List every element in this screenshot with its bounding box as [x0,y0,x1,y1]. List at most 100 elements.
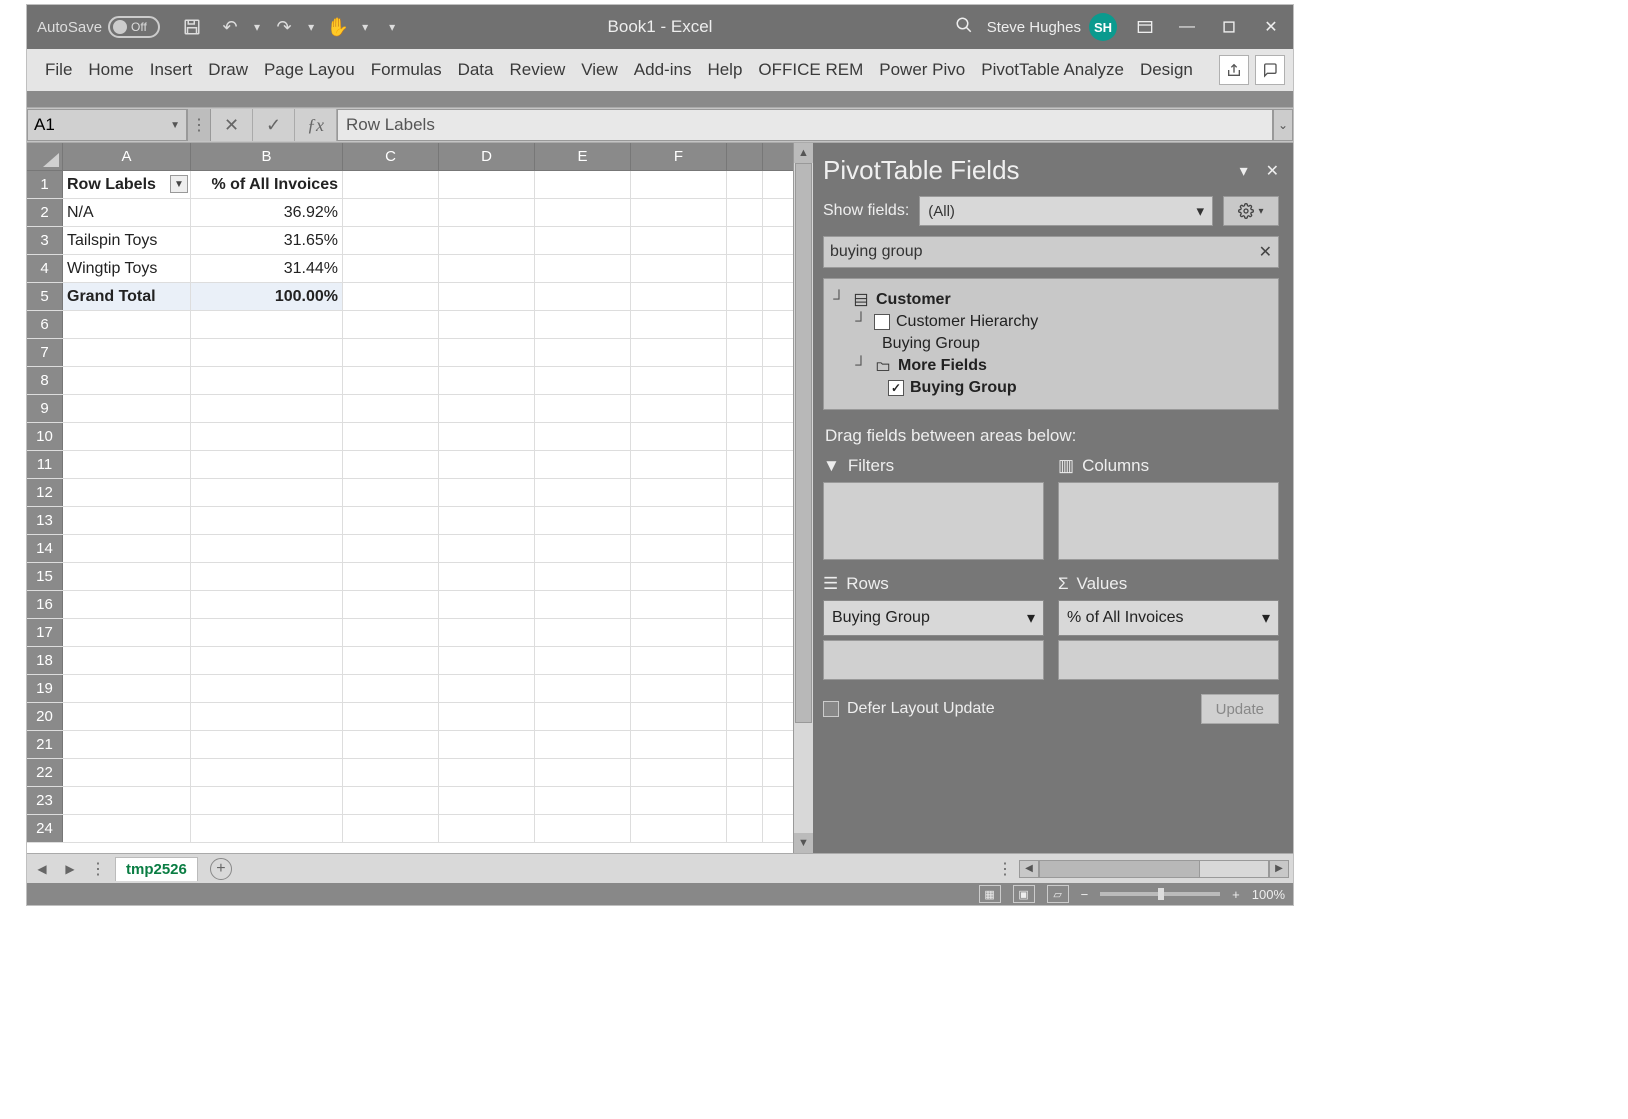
cell-F20[interactable] [631,703,727,730]
cell-E16[interactable] [535,591,631,618]
cell-E19[interactable] [535,675,631,702]
cell-E18[interactable] [535,647,631,674]
cell-E23[interactable] [535,787,631,814]
checkbox-unchecked[interactable] [874,314,890,330]
cell-E2[interactable] [535,199,631,226]
cell-D9[interactable] [439,395,535,422]
tab-file[interactable]: File [39,56,78,84]
row-header[interactable]: 4 [27,255,63,282]
cell-F9[interactable] [631,395,727,422]
formula-menu-icon[interactable]: ⋮ [187,109,211,141]
row-header[interactable]: 18 [27,647,63,674]
cell-G2[interactable] [727,199,763,226]
cell-A23[interactable] [63,787,191,814]
cell-A3[interactable]: Tailspin Toys [63,227,191,254]
cell-D1[interactable] [439,171,535,198]
enter-icon[interactable]: ✓ [253,109,295,141]
cell-F6[interactable] [631,311,727,338]
row-14[interactable]: 14 [27,535,793,563]
field-customer-hierarchy[interactable]: ┘ Customer Hierarchy [832,311,1270,333]
tab-power-pivot[interactable]: Power Pivo [873,56,971,84]
row-header[interactable]: 17 [27,619,63,646]
cell-A18[interactable] [63,647,191,674]
row-22[interactable]: 22 [27,759,793,787]
cell-B14[interactable] [191,535,343,562]
row-header[interactable]: 22 [27,759,63,786]
sheet-list-icon[interactable]: ⋮ [87,859,109,879]
cell-D17[interactable] [439,619,535,646]
cell-C10[interactable] [343,423,439,450]
cell-D6[interactable] [439,311,535,338]
cell-C12[interactable] [343,479,439,506]
cell-F18[interactable] [631,647,727,674]
add-sheet-icon[interactable]: + [210,858,232,880]
tab-pivottable-analyze[interactable]: PivotTable Analyze [975,56,1130,84]
cell-B9[interactable] [191,395,343,422]
row-7[interactable]: 7 [27,339,793,367]
cell-G16[interactable] [727,591,763,618]
tab-home[interactable]: Home [82,56,139,84]
field-buying-group-child[interactable]: Buying Group [832,333,1270,355]
scroll-down-icon[interactable]: ▼ [794,833,813,853]
row-10[interactable]: 10 [27,423,793,451]
cell-E3[interactable] [535,227,631,254]
zoom-out-icon[interactable]: − [1081,887,1089,902]
row-5[interactable]: 5Grand Total100.00% [27,283,793,311]
chevron-down-icon[interactable]: ▾ [1262,608,1270,628]
fx-icon[interactable]: ƒx [295,109,337,141]
cell-A9[interactable] [63,395,191,422]
field-customer-table[interactable]: ┘ Customer [832,289,1270,311]
row-header[interactable]: 9 [27,395,63,422]
cell-B13[interactable] [191,507,343,534]
cell-B21[interactable] [191,731,343,758]
cell-F17[interactable] [631,619,727,646]
cell-C20[interactable] [343,703,439,730]
tab-data[interactable]: Data [452,56,500,84]
cell-C17[interactable] [343,619,439,646]
cell-G21[interactable] [727,731,763,758]
cell-F10[interactable] [631,423,727,450]
cell-A17[interactable] [63,619,191,646]
cell-E24[interactable] [535,815,631,842]
minimize-icon[interactable]: — [1173,13,1201,41]
cell-B18[interactable] [191,647,343,674]
cell-B10[interactable] [191,423,343,450]
cell-C7[interactable] [343,339,439,366]
name-box[interactable]: A1 ▼ [27,109,187,141]
row-20[interactable]: 20 [27,703,793,731]
tab-help[interactable]: Help [701,56,748,84]
cell-C23[interactable] [343,787,439,814]
cell-F22[interactable] [631,759,727,786]
row-header[interactable]: 14 [27,535,63,562]
maximize-icon[interactable] [1215,13,1243,41]
cell-D23[interactable] [439,787,535,814]
values-chip-pct-invoices[interactable]: % of All Invoices ▾ [1058,600,1279,636]
cell-B5[interactable]: 100.00% [191,283,343,310]
cell-F21[interactable] [631,731,727,758]
tab-addins[interactable]: Add-ins [628,56,698,84]
cell-G14[interactable] [727,535,763,562]
checkbox-checked[interactable]: ✓ [888,380,904,396]
cell-C16[interactable] [343,591,439,618]
cell-E15[interactable] [535,563,631,590]
cell-G24[interactable] [727,815,763,842]
cell-G5[interactable] [727,283,763,310]
field-more-fields[interactable]: ┘ More Fields [832,355,1270,377]
row-header[interactable]: 8 [27,367,63,394]
horizontal-scrollbar[interactable]: ⋮ ◀ ▶ [997,859,1289,879]
cell-E14[interactable] [535,535,631,562]
cell-A4[interactable]: Wingtip Toys [63,255,191,282]
zoom-in-icon[interactable]: + [1232,887,1240,902]
ribbon-display-icon[interactable] [1131,13,1159,41]
cell-A15[interactable] [63,563,191,590]
col-header-D[interactable]: D [439,143,535,170]
col-header-A[interactable]: A [63,143,191,170]
undo-icon[interactable]: ↶ [216,13,244,41]
row-labels-filter-icon[interactable]: ▼ [170,175,188,193]
cell-G13[interactable] [727,507,763,534]
filters-area[interactable]: ▼Filters [823,456,1044,560]
row-15[interactable]: 15 [27,563,793,591]
tab-draw[interactable]: Draw [202,56,254,84]
cell-D22[interactable] [439,759,535,786]
cell-G19[interactable] [727,675,763,702]
